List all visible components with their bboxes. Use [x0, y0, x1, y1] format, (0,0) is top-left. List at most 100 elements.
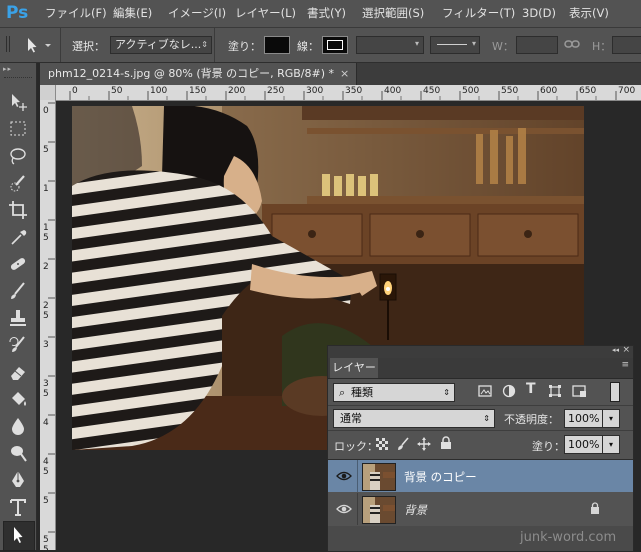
menu-layer[interactable]: レイヤー(L)	[235, 0, 296, 27]
healing-brush-tool-icon[interactable]	[6, 253, 30, 275]
lock-transparent-pixels-icon[interactable]	[376, 438, 388, 450]
filter-shape-icon[interactable]	[548, 384, 562, 398]
move-tool-icon[interactable]	[6, 91, 30, 113]
quick-selection-tool-icon[interactable]	[6, 172, 30, 194]
panel-titlebar[interactable]: ◂◂ ×	[328, 345, 633, 358]
ruler-label: 700	[618, 86, 636, 96]
ruler-label: 3 5	[43, 379, 49, 399]
width-label: W：	[492, 40, 514, 53]
path-selection-tool-icon[interactable]	[24, 36, 54, 54]
ruler-label: 0	[72, 86, 78, 96]
ruler-label: 3	[43, 340, 49, 350]
blend-mode-dropdown[interactable]: 通常 ⇕	[333, 409, 495, 428]
filter-smart-object-icon[interactable]	[572, 384, 586, 398]
layer-name[interactable]: 背景 のコピー	[404, 469, 477, 485]
fill-label: 塗り：	[532, 440, 565, 453]
ruler-label: 4	[43, 418, 49, 428]
collapse-panel-icon[interactable]: ◂◂	[612, 346, 619, 354]
ruler-label: 550	[501, 86, 519, 96]
stroke-swatch[interactable]	[322, 36, 348, 54]
lock-all-icon[interactable]	[440, 436, 452, 450]
menu-file[interactable]: ファイル(F)	[45, 0, 107, 27]
fill-dropdown-arrow-icon[interactable]: ▾	[602, 435, 620, 454]
history-brush-tool-icon[interactable]	[6, 334, 30, 356]
ruler-label: 0	[43, 106, 49, 116]
visibility-eye-icon[interactable]	[336, 502, 352, 516]
opacity-label: 不透明度：	[504, 413, 559, 426]
ruler-label: 150	[189, 86, 207, 96]
layer-thumbnail	[362, 463, 396, 491]
lock-image-pixels-icon[interactable]	[396, 437, 410, 451]
menu-view[interactable]: 表示(V)	[569, 0, 609, 27]
select-label: 選択：	[72, 40, 105, 53]
layer-row[interactable]: 背景	[328, 493, 633, 525]
select-dropdown[interactable]: アクティブなレ... ⇕	[110, 36, 212, 54]
stroke-label: 線：	[297, 40, 319, 53]
clone-stamp-tool-icon[interactable]	[6, 307, 30, 329]
tools-panel: ▸▸	[0, 63, 37, 551]
menu-edit[interactable]: 編集(E)	[113, 0, 152, 27]
menu-3d[interactable]: 3D(D)	[522, 0, 556, 27]
path-selection-tool-icon[interactable]	[6, 524, 30, 546]
ruler-label: 650	[579, 86, 597, 96]
panel-menu-icon[interactable]: ≡	[621, 360, 629, 370]
brush-tool-icon[interactable]	[6, 280, 30, 302]
ruler-label: 250	[267, 86, 285, 96]
filter-kind-dropdown[interactable]: ⌕ 種類 ⇕	[333, 383, 455, 402]
layers-tab[interactable]: レイヤー	[330, 358, 378, 378]
ruler-label: 200	[228, 86, 246, 96]
spinner-icon: ⇕	[483, 414, 490, 423]
filter-adjustment-icon[interactable]	[502, 384, 516, 398]
panel-collapse-icon[interactable]: ▸▸	[3, 65, 12, 73]
menu-bar: Ps ファイル(F) 編集(E) イメージ(I) レイヤー(L) 書式(Y) 選…	[0, 0, 641, 28]
opacity-field[interactable]: 100%	[564, 409, 603, 428]
dropdown-arrow-icon: ▾	[414, 39, 419, 48]
marquee-tool-icon[interactable]	[6, 118, 30, 140]
lock-position-icon[interactable]	[417, 437, 431, 451]
ruler-label: 5	[43, 496, 49, 506]
layer-name[interactable]: 背景	[404, 502, 427, 518]
document-tab[interactable]: phm12_0214-s.jpg @ 80% (背景 のコピー, RGB/8#)…	[40, 63, 357, 85]
menu-type[interactable]: 書式(Y)	[307, 0, 346, 27]
close-panel-icon[interactable]: ×	[622, 345, 630, 355]
ruler-label: 600	[540, 86, 558, 96]
stroke-width-field[interactable]: ▾	[356, 36, 424, 54]
fill-swatch[interactable]	[264, 36, 290, 54]
layer-row-selected[interactable]: 背景 のコピー	[328, 460, 633, 492]
stroke-type-dropdown[interactable]: ▾	[430, 36, 480, 54]
fill-label: 塗り：	[228, 40, 261, 53]
menu-select[interactable]: 選択範囲(S)	[362, 0, 424, 27]
filter-pixel-icon[interactable]	[478, 384, 492, 398]
ruler-label: 5 5	[43, 535, 49, 550]
menu-filter[interactable]: フィルター(T)	[442, 0, 515, 27]
ruler-ticks	[48, 102, 55, 533]
eyedropper-tool-icon[interactable]	[6, 226, 30, 248]
crop-tool-icon[interactable]	[6, 199, 30, 221]
ruler-label: 100	[150, 86, 168, 96]
ruler-label: 2	[43, 262, 49, 272]
layer-lock-icon[interactable]	[590, 502, 600, 515]
visibility-eye-icon[interactable]	[336, 469, 352, 483]
tools-grip[interactable]	[4, 77, 32, 82]
link-icon[interactable]	[564, 38, 580, 50]
ruler-origin[interactable]	[40, 85, 56, 101]
vertical-ruler: 0 5 1 1 5 2 2 5 3 3 5 4 4 5 5 5 5	[40, 100, 56, 550]
width-field[interactable]	[516, 36, 558, 54]
grip-icon	[6, 36, 10, 52]
fill-field[interactable]: 100%	[564, 435, 603, 454]
filter-type-icon[interactable]: T	[526, 381, 536, 397]
lasso-tool-icon[interactable]	[6, 145, 30, 167]
opacity-dropdown-arrow-icon[interactable]: ▾	[602, 409, 620, 428]
close-tab-icon[interactable]: ×	[340, 63, 349, 85]
photoshop-logo: Ps	[6, 3, 29, 23]
filter-toggle-switch[interactable]	[610, 382, 620, 402]
type-tool-icon[interactable]	[6, 496, 30, 518]
height-field[interactable]	[612, 36, 641, 54]
paint-bucket-tool-icon[interactable]	[6, 388, 30, 410]
pen-tool-icon[interactable]	[6, 469, 30, 491]
menu-image[interactable]: イメージ(I)	[168, 0, 226, 27]
dodge-tool-icon[interactable]	[6, 442, 30, 464]
eraser-tool-icon[interactable]	[6, 361, 30, 383]
blur-tool-icon[interactable]	[6, 415, 30, 437]
ruler-label: 5	[43, 145, 49, 155]
